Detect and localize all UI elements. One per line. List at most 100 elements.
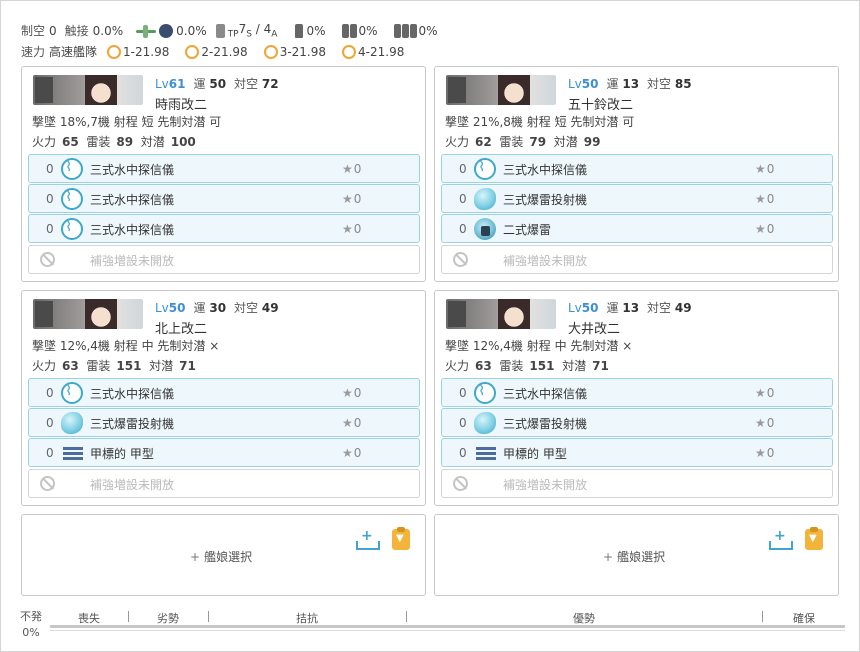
ship-level[interactable]: Lv50 — [155, 301, 186, 315]
ship-stats-line-1: 撃墜 18%,7機 射程 短 先制対潜 可 — [32, 115, 222, 129]
improvement-level[interactable]: ★0 — [342, 416, 361, 430]
import-icon[interactable] — [769, 528, 793, 550]
ship-card: Lv61 運 50 対空 72 時雨改二撃墜 18%,7機 射程 短 先制対潜 可火力… — [21, 66, 426, 282]
submarine-icon — [159, 23, 174, 38]
ship-stats-line-2: 火力 65 雷装 89 対潜 100 — [32, 133, 196, 150]
improvement-level[interactable]: ★0 — [755, 416, 774, 430]
ship-name[interactable]: 五十鈴改二 — [568, 94, 633, 113]
aa-label: 対空 — [234, 301, 259, 315]
slot-count: 0 — [46, 446, 54, 460]
reinforcement-label: 補強増設未開放 — [503, 478, 588, 492]
ship-banner[interactable] — [33, 75, 143, 105]
contact-label: 触接 — [64, 24, 89, 38]
improvement-level[interactable]: ★0 — [342, 446, 361, 460]
empty-ship-slot[interactable]: + 艦娘選択 — [434, 514, 839, 596]
ship-banner[interactable] — [446, 75, 556, 105]
equipment-name: 甲標的 甲型 — [90, 447, 154, 461]
depth-charge-projector-icon — [61, 412, 83, 434]
drum-icon — [215, 23, 225, 38]
slot-count: 0 — [46, 386, 54, 400]
asw-label: 対潜 — [562, 359, 587, 373]
torpedo-label: 雷装 — [86, 359, 111, 373]
aa-value: 72 — [261, 77, 279, 91]
improvement-level[interactable]: ★0 — [755, 192, 774, 206]
equipment-name: 三式水中探信儀 — [90, 223, 175, 237]
luck-label: 運 — [193, 301, 206, 315]
ship-level-row: Lv50 運 13 対空 85 — [568, 75, 700, 92]
ship-banner[interactable] — [33, 299, 143, 329]
improvement-level[interactable]: ★0 — [755, 386, 774, 400]
luck-value: 13 — [622, 77, 640, 91]
equipment-slot[interactable]: 0三式水中探信儀★0 — [28, 378, 420, 407]
speed-label: 速力 — [21, 45, 46, 59]
torpedo-label: 雷装 — [499, 359, 524, 373]
paste-icon[interactable] — [392, 527, 410, 550]
drum-triple-icon — [393, 23, 417, 38]
equipment-slot[interactable]: 0 甲標的 甲型 ★0 — [441, 438, 833, 467]
ship-level[interactable]: Lv50 — [568, 301, 599, 315]
tp-a-sub: A — [271, 29, 278, 40]
torpedo-value: 151 — [116, 359, 142, 373]
equipment-slot[interactable]: 0 二式爆雷 ★0 — [441, 214, 833, 243]
sonar-icon — [61, 381, 83, 404]
midget-submarine-icon — [474, 442, 496, 464]
asw-label: 対潜 — [149, 359, 174, 373]
improvement-value: 0 — [353, 446, 362, 460]
improvement-level[interactable]: ★0 — [342, 386, 361, 400]
ship-name[interactable]: 北上改二 — [155, 318, 207, 337]
improvement-level[interactable]: ★0 — [342, 192, 361, 206]
improvement-level[interactable]: ★0 — [342, 162, 361, 176]
paste-icon[interactable] — [805, 527, 823, 550]
empty-ship-slot[interactable]: + 艦娘選択 — [21, 514, 426, 596]
improvement-level[interactable]: ★0 — [342, 222, 361, 236]
equipment-slot[interactable]: 0三式水中探信儀★0 — [441, 378, 833, 407]
misfire-indicator: 不発 0% — [15, 608, 47, 639]
equipment-slot[interactable]: 0 三式爆雷投射機 ★0 — [441, 408, 833, 437]
bottle-rate-value: 0% — [306, 23, 326, 38]
aa-label: 対空 — [234, 77, 259, 91]
contact-rate-icon — [263, 44, 278, 59]
improvement-value: 0 — [353, 416, 362, 430]
select-ship-button[interactable]: + 艦娘選択 — [190, 548, 252, 565]
ship-name[interactable]: 時雨改二 — [155, 94, 207, 113]
air-power-label: 制空 — [21, 24, 46, 38]
air-state-supremacy: 確保 — [793, 612, 815, 625]
select-ship-button[interactable]: + 艦娘選択 — [603, 548, 665, 565]
improvement-level[interactable]: ★0 — [755, 446, 774, 460]
equipment-slot[interactable]: 0 甲標的 甲型 ★0 — [28, 438, 420, 467]
aa-label: 対空 — [647, 77, 672, 91]
tp-separator: / — [251, 21, 264, 36]
reinforcement-slot: 補強増設未開放 — [441, 469, 833, 498]
ship-level-row: Lv61 運 50 対空 72 — [155, 75, 287, 92]
equipment-name: 三式爆雷投射機 — [90, 417, 175, 431]
equipment-slot[interactable]: 0 三式爆雷投射機 ★0 — [28, 408, 420, 437]
equipment-slot[interactable]: 0三式水中探信儀★0 — [28, 184, 420, 213]
improvement-value: 0 — [766, 416, 775, 430]
equipment-slot[interactable]: 0三式水中探信儀★0 — [28, 154, 420, 183]
improvement-level[interactable]: ★0 — [755, 162, 774, 176]
equipment-slot[interactable]: 0三式水中探信儀★0 — [441, 154, 833, 183]
equipment-name: 三式爆雷投射機 — [503, 417, 588, 431]
ship-level-row: Lv50 運 13 対空 49 — [568, 299, 700, 316]
star-icon: ★ — [755, 192, 766, 206]
ship-name[interactable]: 大井改二 — [568, 318, 620, 337]
locked-icon — [40, 252, 55, 267]
air-power-value: 0 — [49, 23, 57, 38]
improvement-level[interactable]: ★0 — [755, 222, 774, 236]
ship-level[interactable]: Lv61 — [155, 77, 186, 91]
ship-stats-line-1: 撃墜 12%,4機 射程 中 先制対潜 × — [445, 339, 633, 353]
drum-pair-rate-value: 0% — [358, 23, 378, 38]
equipment-slot[interactable]: 0三式水中探信儀★0 — [28, 214, 420, 243]
ship-level[interactable]: Lv50 — [568, 77, 599, 91]
asw-label: 対潜 — [140, 135, 165, 149]
improvement-value: 0 — [353, 192, 362, 206]
import-icon[interactable] — [356, 528, 380, 550]
ship-level-row: Lv50 運 30 対空 49 — [155, 299, 287, 316]
ship-banner[interactable] — [446, 299, 556, 329]
firepower-label: 火力 — [32, 359, 57, 373]
equipment-slot[interactable]: 0 三式爆雷投射機 ★0 — [441, 184, 833, 213]
slot-count: 0 — [459, 386, 467, 400]
star-icon: ★ — [342, 416, 353, 430]
contact-rate-2: 2-21.98 — [201, 44, 248, 59]
slot-count: 0 — [46, 416, 54, 430]
